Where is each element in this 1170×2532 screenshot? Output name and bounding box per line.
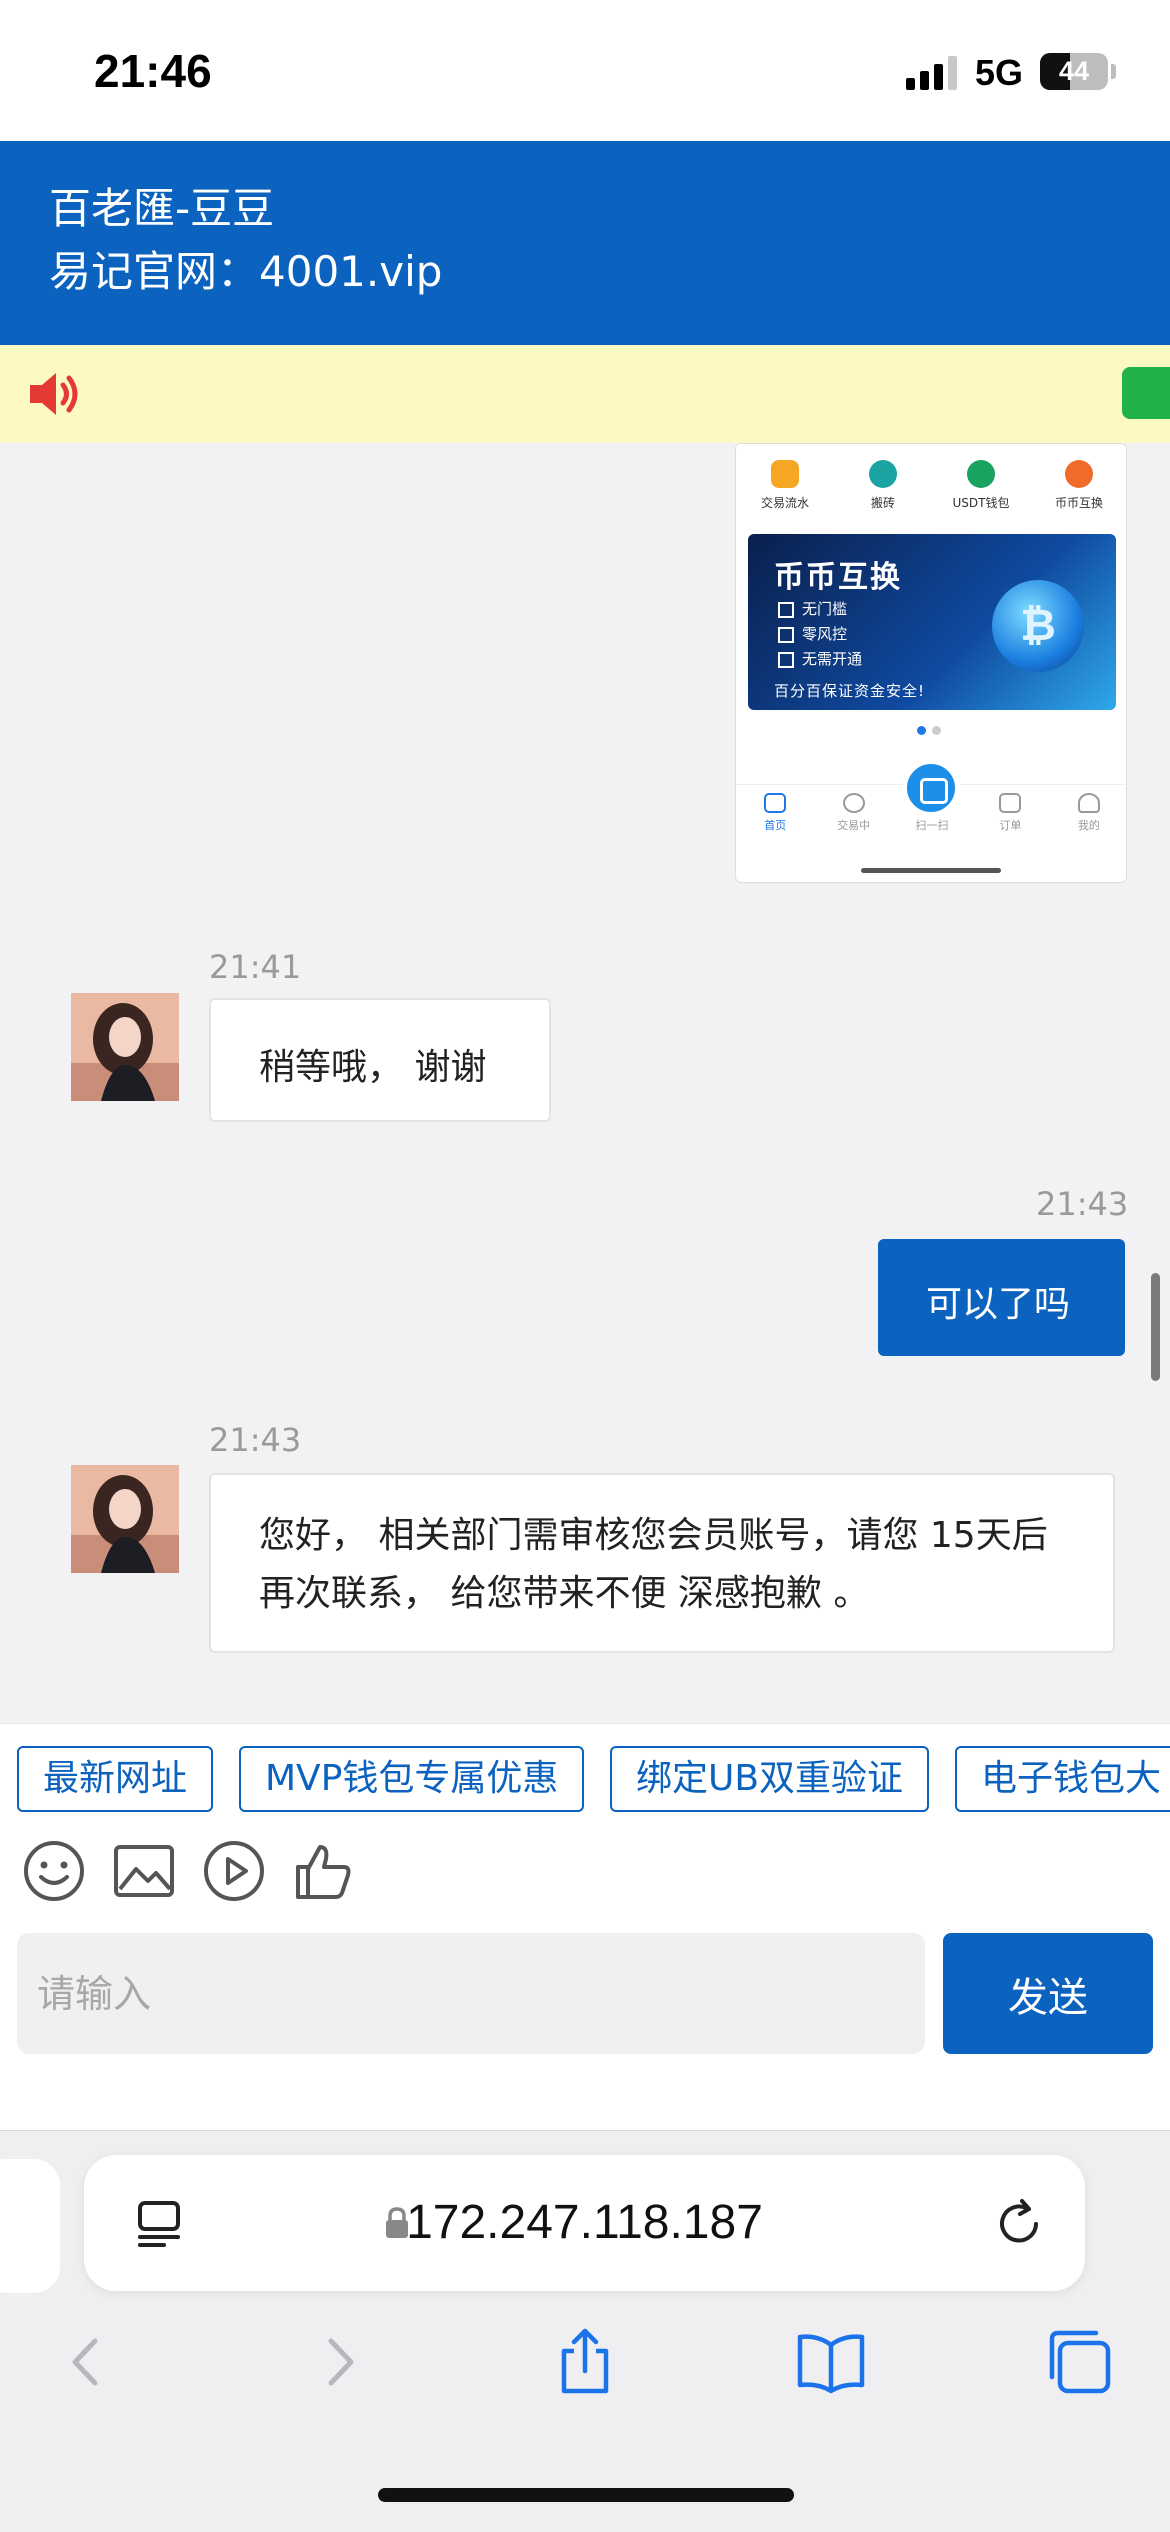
previous-tab-peek[interactable]	[0, 2159, 60, 2293]
banner-footer: 百分百保证资金安全!	[774, 682, 926, 700]
official-site[interactable]: 易记官网：4001.vip	[49, 238, 442, 299]
agent-avatar[interactable]	[71, 993, 179, 1101]
chat-scrollbar[interactable]	[1151, 1273, 1160, 1381]
home-indicator	[378, 2488, 794, 2502]
shot-icon-transfer: 搬砖	[834, 444, 932, 534]
composer-toolbar	[0, 1813, 1170, 1933]
status-bar: 21:46 5G 44	[0, 0, 1170, 141]
notice-badge[interactable]	[1122, 367, 1170, 419]
shot-banner: 币币互换 无门槛 零风控 无需开通 百分百保证资金安全! ₿	[748, 534, 1116, 710]
message-input[interactable]	[17, 1933, 925, 2054]
banner-line: 无门槛	[778, 598, 847, 619]
quick-reply-chip[interactable]: 绑定UB双重验证	[610, 1746, 930, 1812]
my-message-bubble: 可以了吗	[878, 1239, 1125, 1356]
cellular-signal-icon	[906, 56, 958, 90]
url-text: 172.247.118.187	[406, 2196, 763, 2249]
shot-nav-trading: 交易中	[814, 785, 892, 844]
agent-name: 百老匯-豆豆	[49, 184, 275, 233]
status-time: 21:46	[94, 45, 212, 97]
browser-toolbar: 172.247.118.187	[0, 2130, 1170, 2532]
banner-title: 币币互换	[774, 560, 902, 595]
image-message[interactable]: 交易流水 搬砖 USDT钱包 币币互换 币币互换 无门槛 零风控 无需开通 百分…	[735, 443, 1127, 883]
send-button[interactable]: 发送	[943, 1933, 1153, 2054]
shot-icon-row: 交易流水 搬砖 USDT钱包 币币互换	[736, 444, 1126, 534]
quick-reply-chip[interactable]: 电子钱包大	[955, 1746, 1170, 1812]
back-icon[interactable]	[53, 2327, 123, 2397]
banner-line: 零风控	[778, 623, 847, 644]
quick-reply-chip[interactable]: 最新网址	[17, 1746, 214, 1812]
thumbs-up-icon[interactable]	[292, 1839, 356, 1903]
shot-home-indicator	[861, 868, 1001, 873]
address-bar[interactable]: 172.247.118.187	[84, 2155, 1085, 2291]
message-time: 21:41	[209, 948, 302, 986]
notice-bar	[0, 345, 1170, 443]
quick-reply-chip[interactable]: MVP钱包专属优惠	[239, 1746, 585, 1812]
message-bubble: 您好， 相关部门需审核您会员账号，请您 15天后再次联系， 给您带来不便 深感抱…	[209, 1473, 1115, 1653]
chat-area[interactable]: 交易流水 搬砖 USDT钱包 币币互换 币币互换 无门槛 零风控 无需开通 百分…	[0, 443, 1170, 1723]
battery-percent: 44	[1058, 56, 1090, 86]
carousel-dots	[914, 720, 944, 739]
message-time: 21:43	[1036, 1185, 1129, 1223]
shot-icon-usdt: USDT钱包	[932, 444, 1030, 534]
shot-scan-icon	[903, 760, 959, 816]
agent-avatar[interactable]	[71, 1465, 179, 1573]
image-icon[interactable]	[112, 1839, 176, 1903]
speaker-icon	[30, 373, 78, 415]
shot-nav-me: 我的	[1050, 785, 1126, 844]
reload-icon[interactable]	[992, 2197, 1046, 2251]
bitcoin-coin-icon: ₿	[992, 580, 1084, 672]
battery-tip	[1111, 64, 1116, 79]
network-type: 5G	[975, 52, 1024, 93]
tabs-icon[interactable]	[1044, 2327, 1114, 2397]
battery-icon: 44	[1040, 53, 1108, 90]
composer: 发送	[0, 1933, 1170, 2130]
video-icon[interactable]	[202, 1839, 266, 1903]
shot-icon-ledger: 交易流水	[736, 444, 834, 534]
bookmarks-icon[interactable]	[796, 2327, 866, 2397]
emoji-icon[interactable]	[22, 1839, 86, 1903]
banner-line: 无需开通	[778, 648, 862, 669]
message-bubble: 稍等哦， 谢谢	[209, 998, 551, 1122]
share-icon[interactable]	[550, 2327, 620, 2397]
chat-header: 百老匯-豆豆 易记官网：4001.vip	[0, 141, 1170, 345]
shot-nav-orders: 订单	[971, 785, 1049, 844]
message-time: 21:43	[209, 1421, 302, 1459]
shot-icon-swap: 币币互换	[1030, 444, 1126, 534]
shot-nav-home: 首页	[736, 785, 814, 844]
forward-icon[interactable]	[303, 2327, 373, 2397]
quick-replies: 最新网址 MVP钱包专属优惠 绑定UB双重验证 电子钱包大	[0, 1723, 1170, 1813]
